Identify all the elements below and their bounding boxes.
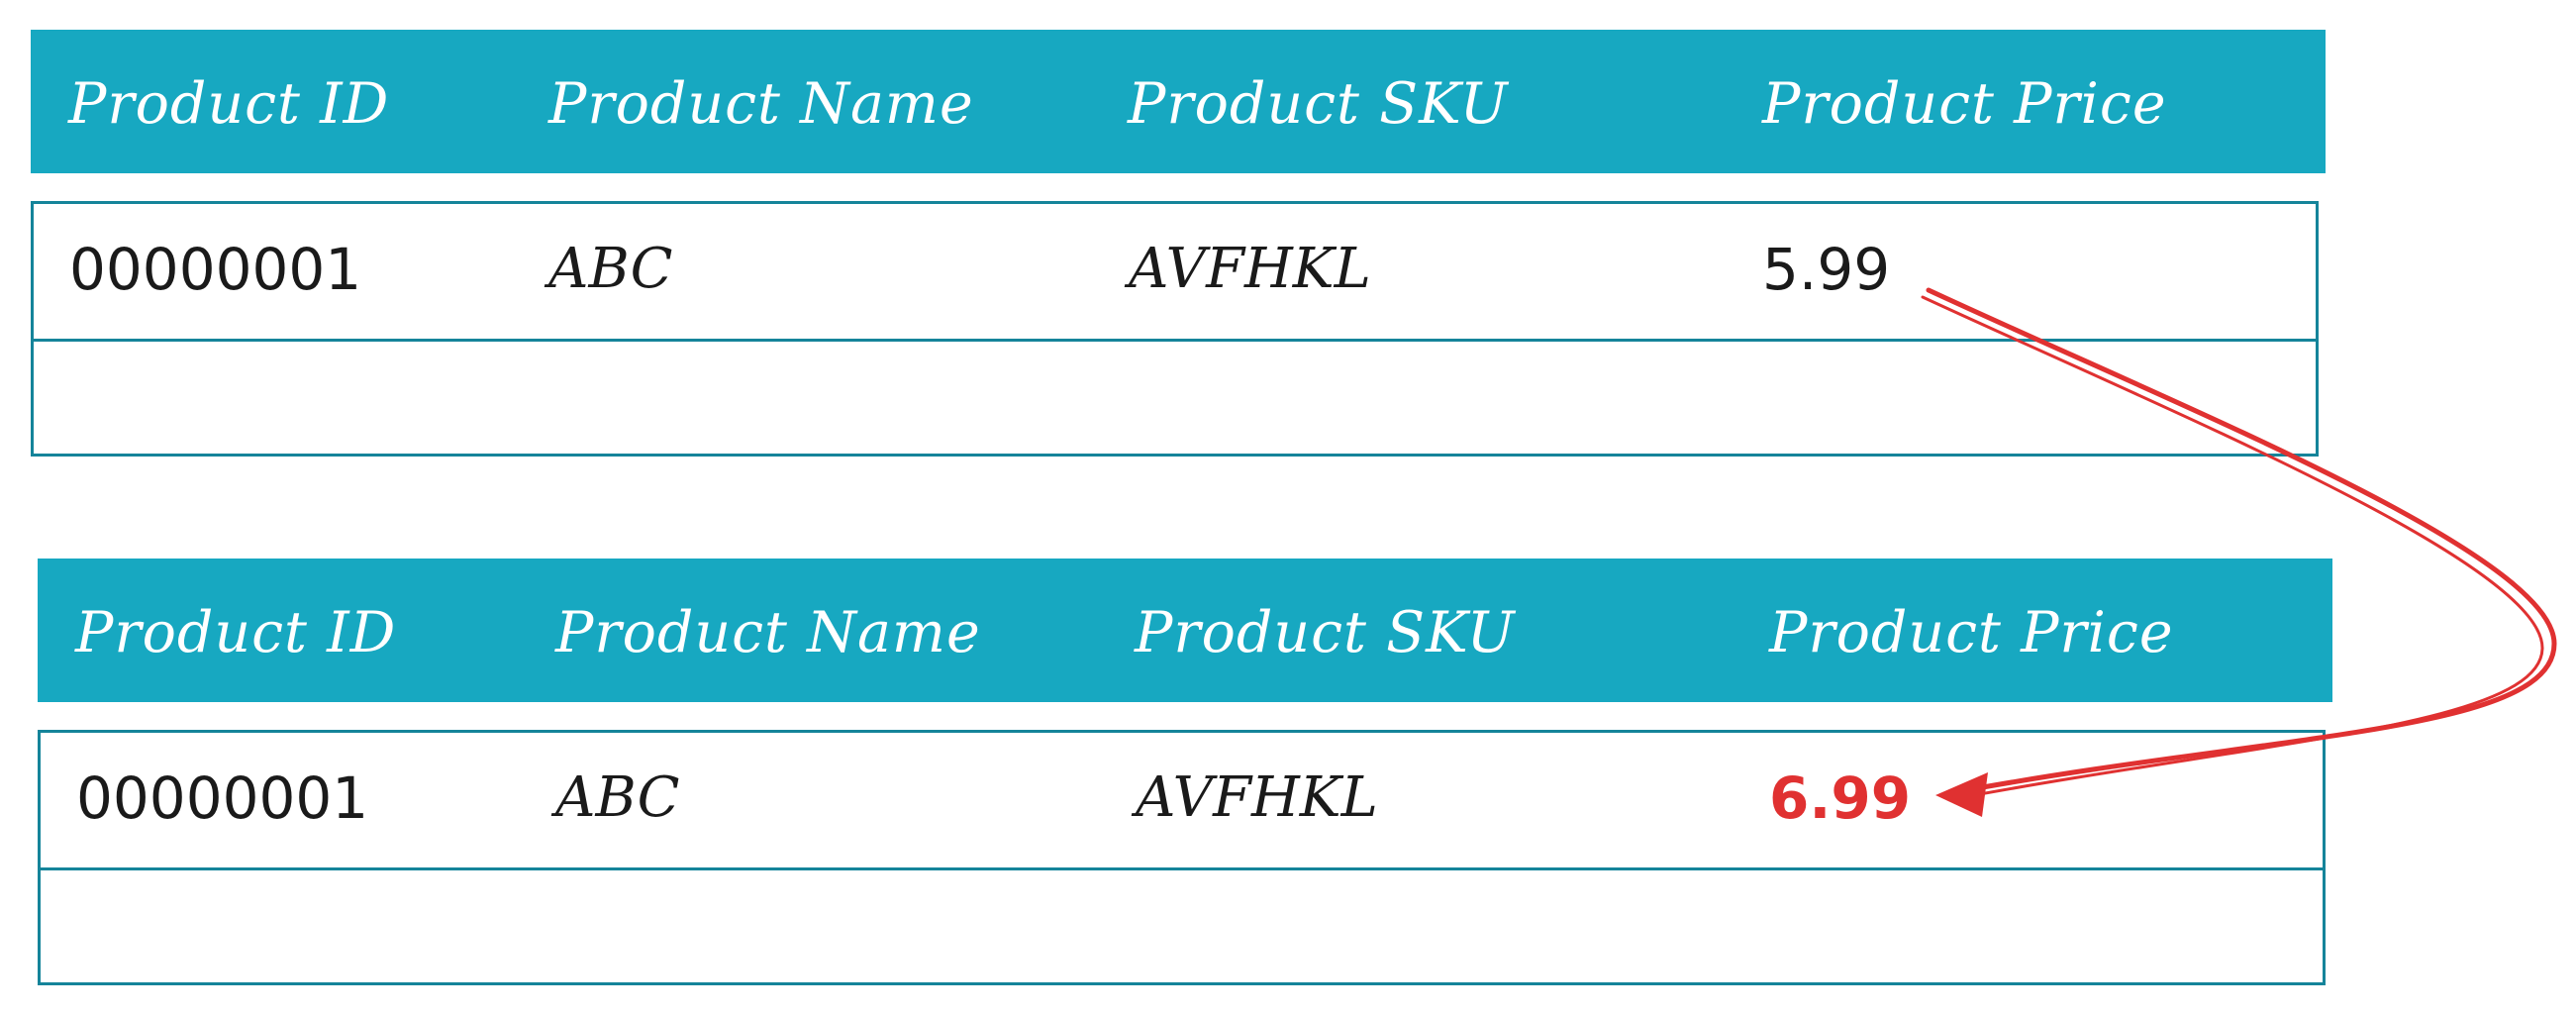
header-product-price: Product Price [1769,600,2174,665]
cell-product-id: 00000001 [69,236,362,303]
header-product-id: Product ID [68,71,390,137]
header-product-name: Product Name [548,71,974,137]
cell-product-id: 00000001 [76,764,369,832]
row-divider [41,867,2323,870]
table-header: Product ID Product Name Product SKU Prod… [31,30,2326,173]
row-divider [34,339,2316,342]
table-header: Product ID Product Name Product SKU Prod… [38,559,2332,702]
table-body: 00000001 ABC AVFHKL 6.99 [38,730,2326,985]
header-product-id: Product ID [75,600,397,665]
cell-product-name: ABC [548,237,673,301]
header-product-sku: Product SKU [1128,71,1509,137]
cell-product-price-updated: 6.99 [1769,764,1912,832]
header-product-price: Product Price [1762,71,2167,137]
cell-product-sku: AVFHKL [1129,237,1371,301]
header-product-sku: Product SKU [1135,600,1516,665]
table-body: 00000001 ABC AVFHKL 5.99 [31,201,2319,457]
cell-product-price: 5.99 [1762,236,1891,303]
header-product-name: Product Name [555,600,981,665]
cell-product-sku: AVFHKL [1136,765,1378,830]
cell-product-name: ABC [555,765,680,830]
